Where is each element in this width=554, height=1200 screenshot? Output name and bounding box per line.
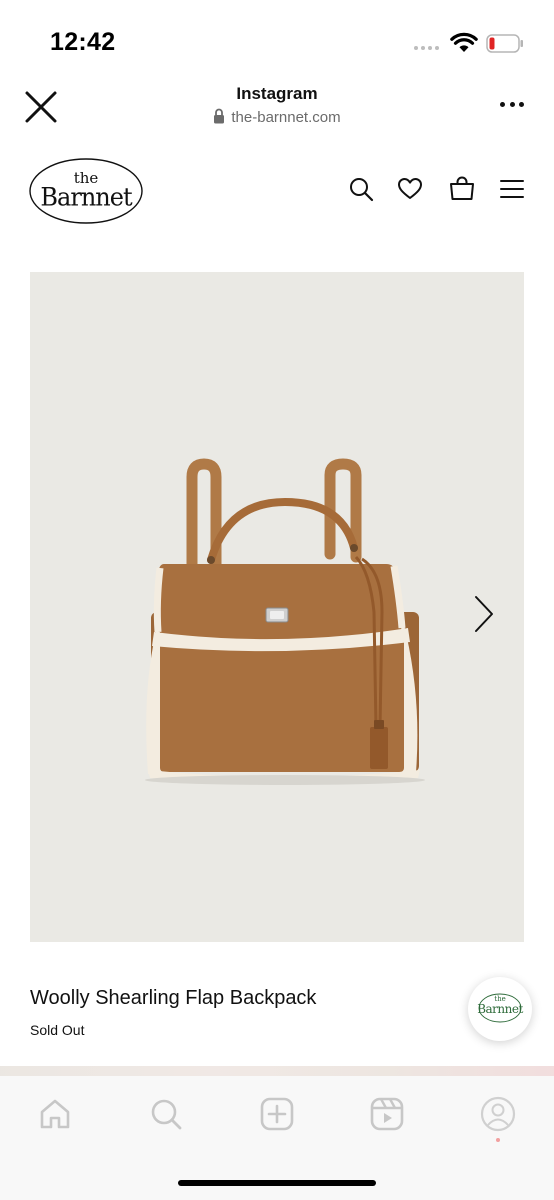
battery-icon — [486, 34, 523, 53]
shopping-bag-icon[interactable] — [449, 176, 475, 202]
notification-dot — [496, 1138, 500, 1142]
chat-launcher-button[interactable]: the Barnnet — [468, 977, 532, 1041]
search-icon[interactable] — [348, 176, 374, 202]
menu-icon[interactable] — [499, 176, 525, 202]
chat-logo-text-name: Barnnet — [477, 1002, 523, 1016]
search-icon[interactable] — [148, 1096, 184, 1132]
instagram-bottom-nav — [0, 1076, 554, 1200]
screen: 12:42 Instagram the-barnnet.com the Barn… — [0, 0, 554, 1200]
logo-text-name: Barnnet — [40, 182, 132, 212]
browser-url-text: the-barnnet.com — [231, 109, 341, 126]
browser-url[interactable]: the-barnnet.com — [0, 108, 554, 126]
product-title: Woolly Shearling Flap Backpack — [30, 987, 317, 1009]
site-header: the Barnnet — [0, 152, 554, 232]
in-app-browser-header: Instagram the-barnnet.com — [0, 72, 554, 142]
home-icon[interactable] — [37, 1096, 73, 1132]
heart-icon[interactable] — [397, 176, 423, 202]
lock-icon — [214, 108, 225, 124]
status-bar: 12:42 — [0, 0, 554, 70]
backpack-illustration — [145, 458, 425, 785]
browser-title: Instagram — [236, 84, 318, 103]
create-icon[interactable] — [259, 1096, 295, 1132]
reels-icon[interactable] — [369, 1096, 405, 1132]
status-time: 12:42 — [50, 28, 116, 56]
barnnet-logo[interactable]: the Barnnet — [28, 157, 144, 225]
stock-status: Sold Out — [30, 1022, 85, 1038]
home-indicator[interactable] — [178, 1180, 376, 1186]
wifi-icon — [450, 32, 478, 52]
more-options-icon[interactable] — [500, 102, 524, 110]
next-image-chevron-icon[interactable] — [470, 595, 498, 633]
cellular-signal-icon — [414, 46, 439, 50]
product-image[interactable] — [30, 272, 524, 942]
profile-icon[interactable] — [480, 1096, 516, 1132]
